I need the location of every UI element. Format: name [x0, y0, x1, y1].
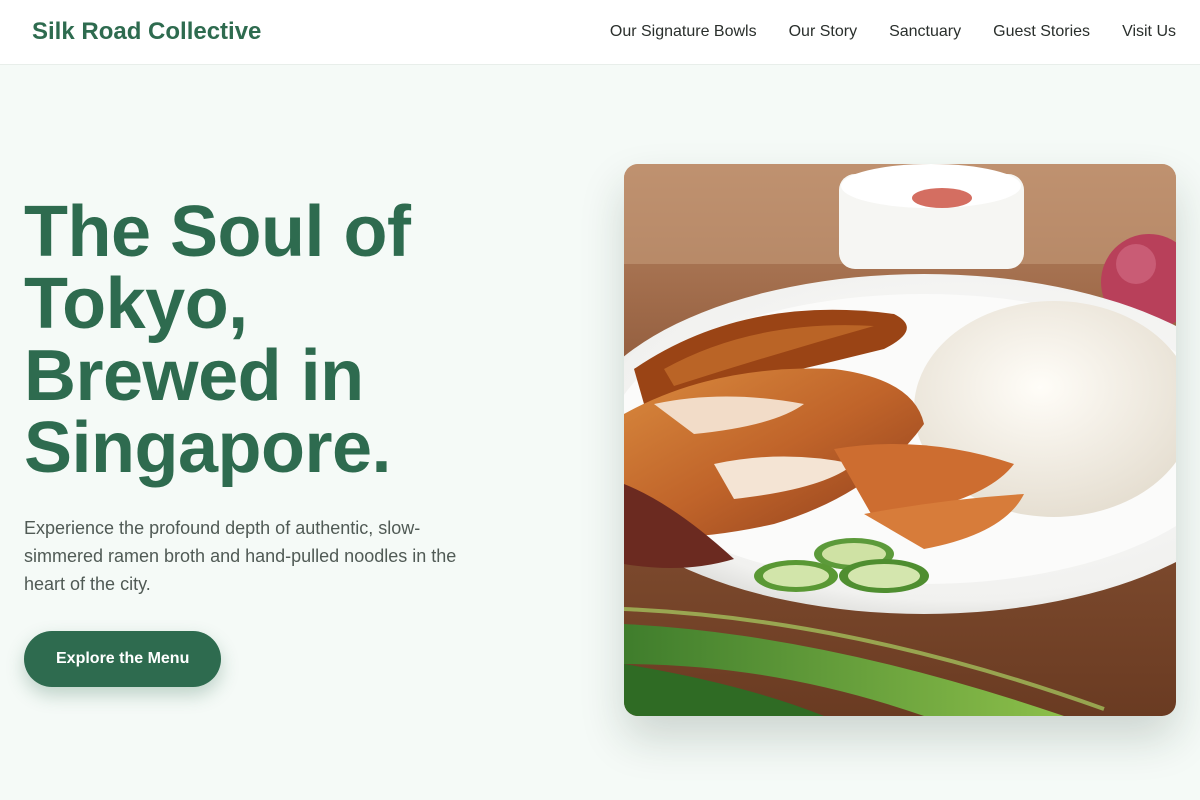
nav-link-sanctuary[interactable]: Sanctuary — [889, 23, 961, 41]
hero-food-image — [624, 164, 1176, 716]
nav-link-signature-bowls[interactable]: Our Signature Bowls — [610, 23, 757, 41]
brand-logo[interactable]: Silk Road Collective — [32, 18, 261, 46]
nav-link-guest-stories[interactable]: Guest Stories — [993, 23, 1090, 41]
nav-links: Our Signature Bowls Our Story Sanctuary … — [610, 23, 1176, 41]
nav-link-our-story[interactable]: Our Story — [789, 23, 857, 41]
hero-headline: The Soul of Tokyo, Brewed in Singapore. — [24, 192, 411, 488]
top-navigation-bar: Silk Road Collective Our Signature Bowls… — [0, 0, 1200, 65]
nav-link-visit-us[interactable]: Visit Us — [1122, 23, 1176, 41]
hero-section: The Soul of Tokyo, Brewed in Singapore. … — [24, 196, 494, 687]
hero-subtext: Experience the profound depth of authent… — [24, 518, 457, 594]
explore-menu-button[interactable]: Explore the Menu — [24, 631, 222, 687]
